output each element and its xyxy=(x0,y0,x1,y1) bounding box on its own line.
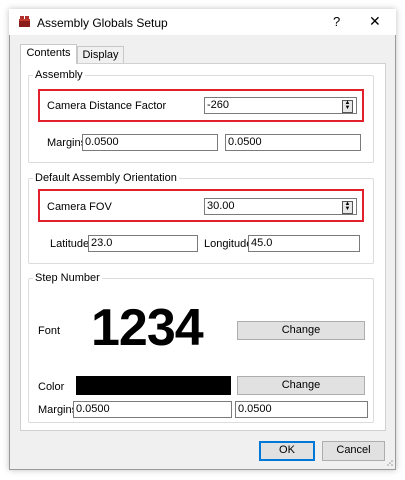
lego-brick-icon xyxy=(18,15,31,28)
orientation-legend: Default Assembly Orientation xyxy=(33,172,179,184)
latitude-label: Latitude xyxy=(50,238,90,250)
step-number-legend: Step Number xyxy=(33,272,102,284)
font-label: Font xyxy=(38,325,61,337)
camera-distance-label: Camera Distance Factor xyxy=(47,100,167,112)
camera-distance-spinbox[interactable]: -260 ▲ ▼ xyxy=(204,97,357,114)
step-margin-right-field[interactable]: 0.0500 xyxy=(235,401,368,418)
spin-arrows-icon[interactable]: ▲ ▼ xyxy=(342,100,353,113)
camera-distance-value: -260 xyxy=(207,99,230,111)
font-change-button[interactable]: Change xyxy=(237,321,365,340)
font-sample: 1234 xyxy=(91,299,204,357)
camera-fov-label: Camera FOV xyxy=(47,201,112,213)
step-margin-left-field[interactable]: 0.0500 xyxy=(73,401,232,418)
window-title: Assembly Globals Setup xyxy=(37,16,168,30)
longitude-label: Longitude xyxy=(204,238,253,250)
longitude-field[interactable]: 45.0 xyxy=(248,235,360,252)
camera-fov-spinbox[interactable]: 30.00 ▲ ▼ xyxy=(204,198,357,215)
color-label: Color xyxy=(38,381,65,393)
spin-arrows-icon[interactable]: ▲ ▼ xyxy=(342,201,353,214)
camera-fov-value: 30.00 xyxy=(207,200,235,212)
resize-grip-icon[interactable] xyxy=(386,458,394,466)
assembly-legend: Assembly xyxy=(33,69,85,81)
close-icon[interactable]: ✕ xyxy=(369,13,381,30)
assembly-margin-left-field[interactable]: 0.0500 xyxy=(82,134,218,151)
cancel-button[interactable]: Cancel xyxy=(322,441,385,461)
color-swatch xyxy=(76,376,231,395)
tab-contents[interactable]: Contents xyxy=(20,44,77,64)
step-margins-label: Margins xyxy=(38,404,78,416)
assembly-margin-right-field[interactable]: 0.0500 xyxy=(225,134,361,151)
help-icon[interactable]: ? xyxy=(333,14,340,29)
ok-button[interactable]: OK xyxy=(259,441,315,461)
latitude-field[interactable]: 23.0 xyxy=(88,235,198,252)
color-change-button[interactable]: Change xyxy=(237,376,365,395)
tab-display[interactable]: Display xyxy=(77,46,124,64)
assembly-margins-label: Margins xyxy=(47,137,87,149)
